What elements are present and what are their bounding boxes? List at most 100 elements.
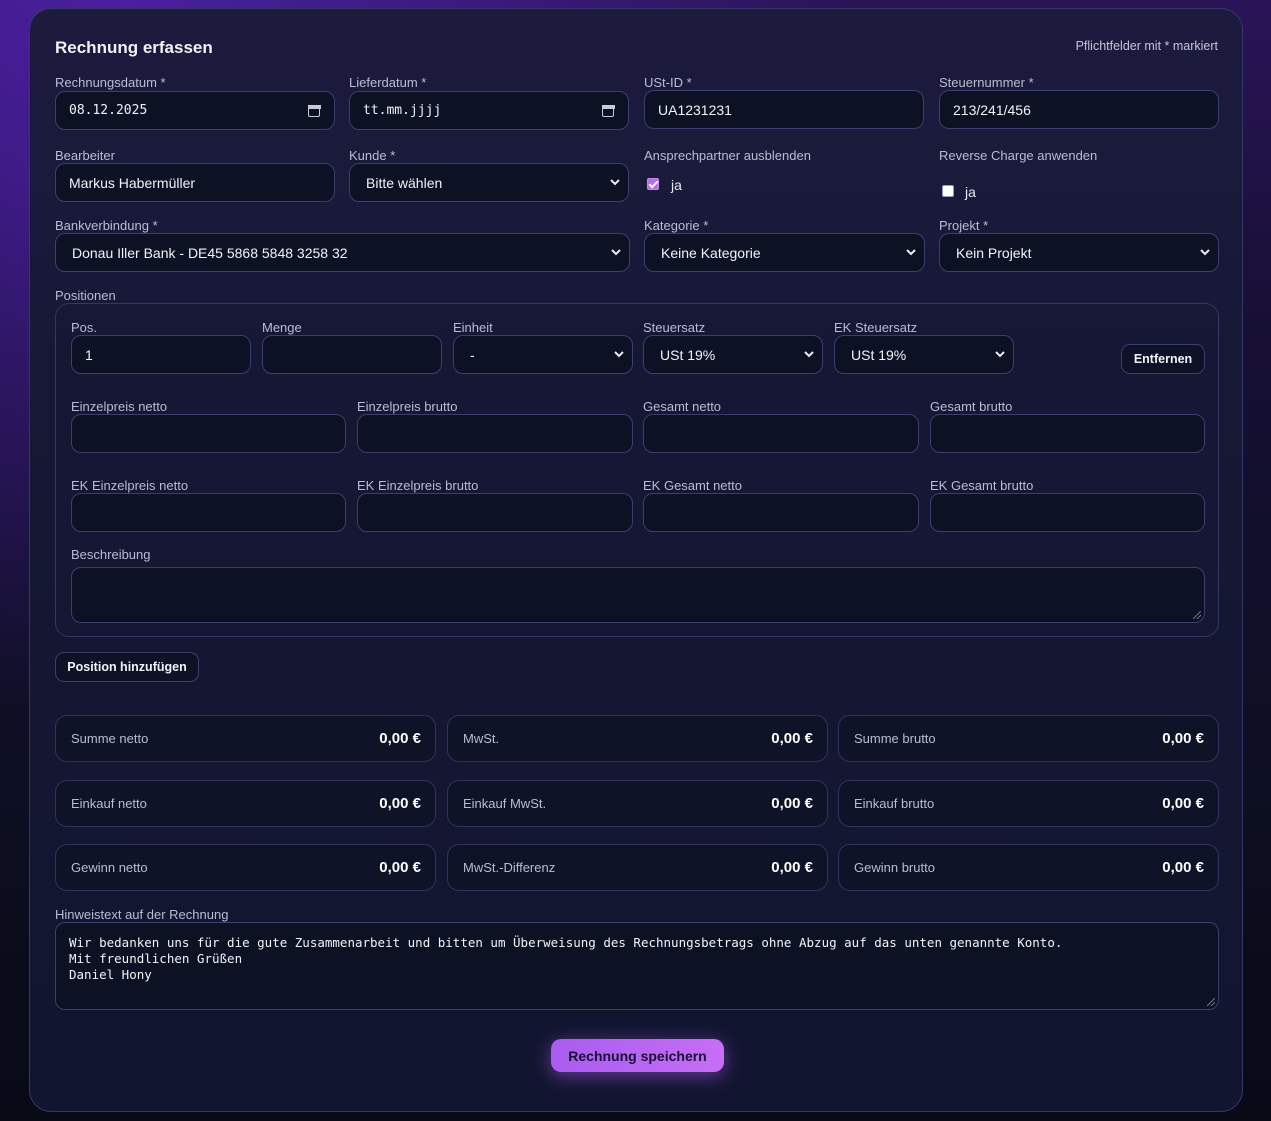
bankverbindung-select[interactable]: Donau Iller Bank - DE45 5868 5848 3258 3… — [55, 233, 630, 272]
projekt-value: Kein Projekt — [956, 244, 1032, 261]
bankverbindung-label: Bankverbindung * — [55, 218, 158, 233]
summary-value: 0,00 € — [1162, 859, 1204, 876]
summary-tile: MwSt.-Differenz 0,00 € — [447, 844, 828, 891]
gesamt-netto-input[interactable] — [643, 414, 919, 453]
ek-einzelpreis-brutto-label: EK Einzelpreis brutto — [357, 478, 479, 493]
reverse-charge-option: ja — [965, 184, 976, 200]
summary-value: 0,00 € — [379, 730, 421, 747]
einzelpreis-brutto-label: Einzelpreis brutto — [357, 399, 458, 414]
kategorie-label: Kategorie * — [644, 218, 709, 233]
einzelpreis-netto-label: Einzelpreis netto — [71, 399, 168, 414]
summary-value: 0,00 € — [379, 859, 421, 876]
projekt-label: Projekt * — [939, 218, 989, 233]
steuernummer-label: Steuernummer * — [939, 75, 1034, 90]
required-hint: Pflichtfelder mit * markiert — [1075, 39, 1218, 53]
steuersatz-label: Steuersatz — [643, 320, 706, 335]
bearbeiter-input[interactable]: Markus Habermüller — [55, 163, 335, 202]
einheit-label: Einheit — [453, 320, 493, 335]
calendar-icon[interactable] — [307, 104, 321, 117]
ek-einzelpreis-netto-input[interactable] — [71, 493, 346, 532]
ansprechpartner-option: ja — [671, 177, 682, 193]
summary-value: 0,00 € — [771, 859, 813, 876]
ek-einzelpreis-brutto-input[interactable] — [357, 493, 633, 532]
ek-steuersatz-label: EK Steuersatz — [834, 320, 918, 335]
summary-label: Einkauf netto — [71, 796, 147, 811]
lieferdatum-placeholder: tt.mm.jjjj — [363, 103, 442, 118]
chevron-down-icon — [804, 351, 814, 358]
pos-value: 1 — [85, 346, 93, 363]
invoice-form-card: Rechnung erfassen Pflichtfelder mit * ma… — [29, 8, 1243, 1112]
ek-steuersatz-select[interactable]: USt 19% — [834, 335, 1014, 374]
summary-label: MwSt.-Differenz — [463, 860, 556, 875]
einheit-select[interactable]: - — [453, 335, 633, 374]
hinweis-textarea[interactable]: Wir bedanken uns für die gute Zusammenar… — [55, 922, 1219, 1010]
kunde-value: Bitte wählen — [366, 174, 443, 191]
kunde-select[interactable]: Bitte wählen — [349, 163, 629, 202]
add-position-button[interactable]: Position hinzufügen — [55, 652, 199, 682]
pos-input[interactable]: 1 — [71, 335, 251, 374]
chevron-down-icon — [611, 249, 621, 256]
kunde-label: Kunde * — [349, 148, 396, 163]
steuersatz-select[interactable]: USt 19% — [643, 335, 823, 374]
ansprechpartner-label: Ansprechpartner ausblenden — [644, 148, 811, 163]
steuersatz-value: USt 19% — [660, 346, 716, 363]
lieferdatum-input[interactable]: tt.mm.jjjj — [349, 91, 629, 130]
rechnungsdatum-value: 08.12.2025 — [69, 103, 148, 118]
steuernummer-value: 213/241/456 — [953, 101, 1031, 118]
ust-id-input[interactable]: UA1231231 — [644, 90, 924, 129]
einzelpreis-brutto-input[interactable] — [357, 414, 633, 453]
summary-value: 0,00 € — [379, 795, 421, 812]
summary-value: 0,00 € — [771, 795, 813, 812]
summary-label: Gewinn brutto — [854, 860, 935, 875]
hinweis-value: Wir bedanken uns für die gute Zusammenar… — [69, 935, 1063, 982]
calendar-icon[interactable] — [601, 104, 615, 117]
lieferdatum-label: Lieferdatum * — [349, 75, 427, 90]
reverse-charge-label: Reverse Charge anwenden — [939, 148, 1098, 163]
remove-position-button[interactable]: Entfernen — [1121, 344, 1205, 374]
resize-handle-icon[interactable] — [1207, 998, 1215, 1006]
ek-gesamt-brutto-label: EK Gesamt brutto — [930, 478, 1034, 493]
summary-label: Einkauf brutto — [854, 796, 935, 811]
rechnungsdatum-label: Rechnungsdatum * — [55, 75, 166, 90]
bankverbindung-value: Donau Iller Bank - DE45 5868 5848 3258 3… — [72, 244, 348, 261]
reverse-charge-checkbox[interactable] — [942, 185, 954, 197]
summary-label: Einkauf MwSt. — [463, 796, 547, 811]
ust-id-label: USt-ID * — [644, 75, 692, 90]
summary-label: Summe netto — [71, 731, 149, 746]
ek-steuersatz-value: USt 19% — [851, 346, 907, 363]
einheit-value: - — [470, 346, 475, 363]
hinweis-label: Hinweistext auf der Rechnung — [55, 907, 229, 922]
pos-label: Pos. — [71, 320, 98, 335]
gesamt-brutto-input[interactable] — [930, 414, 1205, 453]
summary-tile: Einkauf brutto 0,00 € — [838, 780, 1219, 827]
kategorie-value: Keine Kategorie — [661, 244, 761, 261]
rechnungsdatum-input[interactable]: 08.12.2025 — [55, 91, 335, 130]
menge-label: Menge — [262, 320, 302, 335]
gesamt-brutto-label: Gesamt brutto — [930, 399, 1013, 414]
ansprechpartner-checkbox[interactable] — [647, 178, 659, 190]
summary-tile: Gewinn brutto 0,00 € — [838, 844, 1219, 891]
summary-tile: Summe brutto 0,00 € — [838, 715, 1219, 762]
summary-tile: Einkauf netto 0,00 € — [55, 780, 436, 827]
projekt-select[interactable]: Kein Projekt — [939, 233, 1219, 272]
bearbeiter-value: Markus Habermüller — [69, 174, 196, 191]
beschreibung-textarea[interactable] — [71, 567, 1205, 623]
menge-input[interactable] — [262, 335, 442, 374]
ek-gesamt-netto-label: EK Gesamt netto — [643, 478, 742, 493]
save-invoice-button[interactable]: Rechnung speichern — [551, 1039, 724, 1072]
form-title: Rechnung erfassen — [55, 38, 213, 57]
ek-gesamt-brutto-input[interactable] — [930, 493, 1205, 532]
resize-handle-icon[interactable] — [1193, 611, 1201, 619]
kategorie-select[interactable]: Keine Kategorie — [644, 233, 925, 272]
steuernummer-input[interactable]: 213/241/456 — [939, 90, 1219, 129]
chevron-down-icon — [906, 249, 916, 256]
summary-tile: Gewinn netto 0,00 € — [55, 844, 436, 891]
summary-tile: Summe netto 0,00 € — [55, 715, 436, 762]
summary-label: Gewinn netto — [71, 860, 148, 875]
summary-value: 0,00 € — [771, 730, 813, 747]
positionen-label: Positionen — [55, 288, 116, 303]
beschreibung-label: Beschreibung — [71, 547, 151, 562]
ek-gesamt-netto-input[interactable] — [643, 493, 919, 532]
einzelpreis-netto-input[interactable] — [71, 414, 346, 453]
bearbeiter-label: Bearbeiter — [55, 148, 115, 163]
